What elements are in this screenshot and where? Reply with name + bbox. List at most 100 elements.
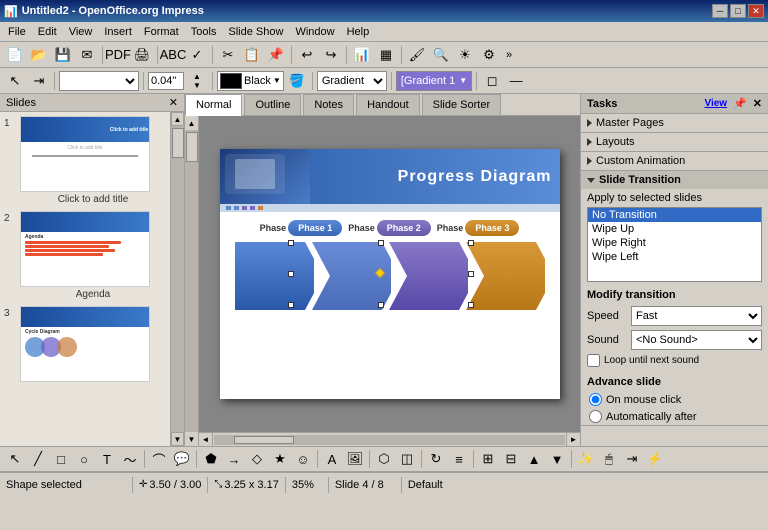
sel-handle-bl[interactable] <box>288 302 294 308</box>
animate-btn[interactable]: ✨ <box>575 448 597 470</box>
redo-button[interactable]: ↪ <box>320 44 342 66</box>
symbols-btn[interactable]: ☺ <box>292 448 314 470</box>
menu-view[interactable]: View <box>63 24 99 40</box>
maximize-button[interactable]: □ <box>730 4 746 18</box>
tasks-pin-icon[interactable]: 📌 <box>733 97 747 110</box>
menu-edit[interactable]: Edit <box>32 24 63 40</box>
draw-btn3[interactable]: ☀ <box>454 44 476 66</box>
slides-panel-close[interactable]: ✕ <box>169 96 178 109</box>
menu-slideshow[interactable]: Slide Show <box>222 24 289 40</box>
color-selector[interactable]: Black ▼ <box>217 71 284 91</box>
shadow-btn[interactable]: ◻ <box>481 70 503 92</box>
size-input[interactable] <box>148 72 184 90</box>
canvas-vscrollbar[interactable]: ▲ ▼ <box>185 116 199 446</box>
interact-btn[interactable]: 🖱 <box>598 448 620 470</box>
sel-handle-br[interactable] <box>468 302 474 308</box>
menu-tools[interactable]: Tools <box>185 24 223 40</box>
copy-button[interactable]: 📋 <box>241 44 263 66</box>
fill-type-select[interactable]: Gradient <box>317 71 387 91</box>
slides-scroll-thumb[interactable] <box>172 128 184 158</box>
rotate-btn[interactable]: ↻ <box>425 448 447 470</box>
tasks-close-icon[interactable]: ✕ <box>753 97 762 110</box>
fontwork-btn[interactable]: A <box>321 448 343 470</box>
sel-handle-tc[interactable] <box>378 240 384 246</box>
speed-select[interactable]: Fast <box>631 306 762 326</box>
new-button[interactable]: 📄 <box>4 44 26 66</box>
menu-format[interactable]: Format <box>138 24 185 40</box>
select-tool[interactable]: ↖ <box>4 448 26 470</box>
email-button[interactable]: ✉ <box>76 44 98 66</box>
transition-no-transition[interactable]: No Transition <box>588 208 761 222</box>
canvas-scroll-down[interactable]: ▼ <box>185 432 198 446</box>
slide-transition-header[interactable]: Slide Transition <box>581 171 768 189</box>
canvas-hscroll-thumb[interactable] <box>234 436 294 444</box>
custom-animation-header[interactable]: Custom Animation <box>581 152 768 170</box>
slides-scroll-down[interactable]: ▼ <box>171 432 184 446</box>
stars-btn[interactable]: ★ <box>269 448 291 470</box>
slide-thumb-3[interactable]: 3 Cycle Diagram <box>4 306 166 382</box>
slides-vscrollbar[interactable]: ▲ ▼ <box>170 112 184 446</box>
send-back-btn[interactable]: ▼ <box>546 448 568 470</box>
sel-handle-bc[interactable] <box>378 302 384 308</box>
bring-front-btn[interactable]: ▲ <box>523 448 545 470</box>
gradient-dropdown-arrow[interactable]: ▼ <box>459 76 467 85</box>
extrude-btn[interactable]: ⬡ <box>373 448 395 470</box>
minimize-button[interactable]: ─ <box>712 4 728 18</box>
tab-normal[interactable]: Normal <box>185 94 242 116</box>
slide-canvas[interactable]: Progress Diagram <box>220 149 560 399</box>
effects-btn[interactable]: ⚡ <box>644 448 666 470</box>
open-button[interactable]: 📂 <box>28 44 50 66</box>
auto-after-radio[interactable] <box>589 410 602 423</box>
align-btn[interactable]: ≡ <box>448 448 470 470</box>
draw-btn1[interactable]: 🖌 <box>406 44 428 66</box>
ungroup-btn[interactable]: ⊟ <box>500 448 522 470</box>
fill-btn[interactable]: 🪣 <box>286 70 308 92</box>
canvas-hscroll-right[interactable]: ► <box>566 433 580 447</box>
save-button[interactable]: 💾 <box>52 44 74 66</box>
phase-pill-2[interactable]: Phase 2 <box>377 220 431 236</box>
undo-button[interactable]: ↩ <box>296 44 318 66</box>
sound-select[interactable]: <No Sound> <box>631 330 762 350</box>
mouse-click-radio[interactable] <box>589 393 602 406</box>
close-button[interactable]: ✕ <box>748 4 764 18</box>
menu-help[interactable]: Help <box>341 24 376 40</box>
menu-window[interactable]: Window <box>289 24 340 40</box>
gradient-selector[interactable]: [Gradient 1 ▼ <box>396 71 472 91</box>
transition-wipe-up[interactable]: Wipe Up <box>588 222 761 236</box>
loop-checkbox[interactable] <box>587 354 600 367</box>
autocorrect-button[interactable]: ✓ <box>186 44 208 66</box>
flowchart-btn[interactable]: ◇ <box>246 448 268 470</box>
print-button[interactable]: 🖨 <box>131 44 153 66</box>
rect-tool[interactable]: □ <box>50 448 72 470</box>
color-dropdown-arrow[interactable]: ▼ <box>273 76 281 85</box>
draw-btn4[interactable]: ⚙ <box>478 44 500 66</box>
curve-tool[interactable]: 〜 <box>119 448 141 470</box>
sel-handle-ml[interactable] <box>288 271 294 277</box>
pdf-button[interactable]: PDF <box>107 44 129 66</box>
transition-wipe-right[interactable]: Wipe Right <box>588 236 761 250</box>
tasks-view-btn[interactable]: View <box>704 98 727 109</box>
canvas-scroll-up[interactable]: ▲ <box>185 116 198 130</box>
table-button[interactable]: ▦ <box>375 44 397 66</box>
layouts-header[interactable]: Layouts <box>581 133 768 151</box>
slide-thumb-1[interactable]: 1 Click to add title Click to add title <box>4 116 166 205</box>
menu-file[interactable]: File <box>2 24 32 40</box>
transition-wipe-left[interactable]: Wipe Left <box>588 250 761 264</box>
master-pages-header[interactable]: Master Pages <box>581 114 768 132</box>
tab-order-tool[interactable]: ⇥ <box>621 448 643 470</box>
callout-tool[interactable]: 💬 <box>171 448 193 470</box>
paste-button[interactable]: 📌 <box>265 44 287 66</box>
line-tool[interactable]: ╱ <box>27 448 49 470</box>
font-name-select[interactable] <box>59 71 139 91</box>
shadow-tool[interactable]: ◫ <box>396 448 418 470</box>
group-btn[interactable]: ⊞ <box>477 448 499 470</box>
tab-handout[interactable]: Handout <box>356 94 420 115</box>
overflow-btn[interactable]: » <box>506 49 512 61</box>
sel-handle-tl[interactable] <box>288 240 294 246</box>
ellipse-tool[interactable]: ○ <box>73 448 95 470</box>
slide-thumb-2[interactable]: 2 Agenda Agenda <box>4 211 166 300</box>
slides-scroll-up[interactable]: ▲ <box>171 112 184 126</box>
canvas-scroll-thumb[interactable] <box>186 132 198 162</box>
spell-button[interactable]: ABC <box>162 44 184 66</box>
tab-outline[interactable]: Outline <box>244 94 301 115</box>
